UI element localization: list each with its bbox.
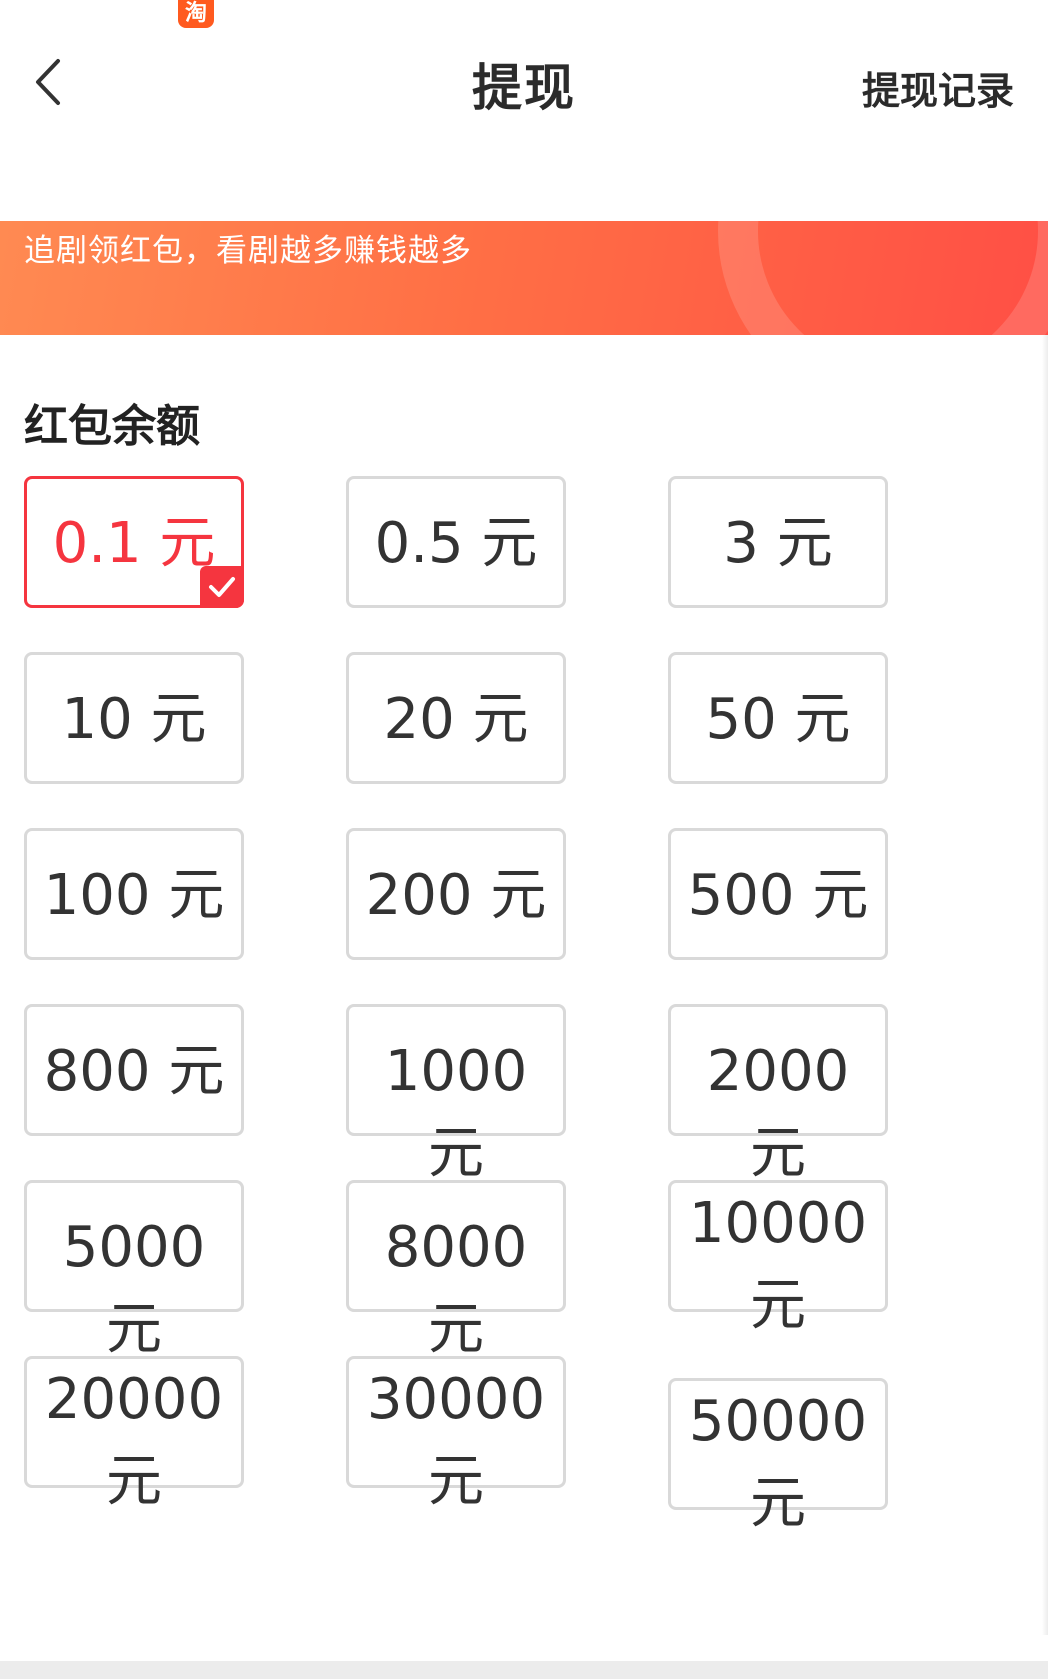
amount-option[interactable]: 50000 元 [668, 1378, 888, 1536]
amount-option[interactable]: 20000 元 [24, 1356, 244, 1514]
amount-label: 20 元 [383, 687, 529, 752]
amount-option[interactable]: 3 元 [668, 476, 888, 608]
amount-label: 8000 元 [384, 1215, 528, 1362]
amount-label: 500 元 [687, 863, 869, 928]
amount-option[interactable]: 5000 元 [24, 1180, 244, 1362]
amount-label: 800 元 [43, 1039, 225, 1104]
amount-label: 10000 元 [688, 1191, 868, 1338]
amount-label: 50000 元 [688, 1389, 868, 1536]
amount-option[interactable]: 0.1 元 [24, 476, 244, 608]
amount-label: 30000 元 [366, 1367, 546, 1514]
amount-label: 10 元 [61, 687, 207, 752]
amount-option[interactable]: 500 元 [668, 828, 888, 960]
amount-option[interactable]: 100 元 [24, 828, 244, 960]
amount-option[interactable]: 10 元 [24, 652, 244, 784]
amount-option[interactable]: 800 元 [24, 1004, 244, 1136]
amount-option[interactable]: 0.5 元 [346, 476, 566, 608]
amount-label: 1000 元 [384, 1039, 528, 1186]
amount-option[interactable]: 20 元 [346, 652, 566, 784]
amount-option[interactable]: 2000 元 [668, 1004, 888, 1186]
amount-option[interactable]: 10000 元 [668, 1180, 888, 1338]
amount-label: 5000 元 [62, 1215, 206, 1362]
amount-option[interactable]: 200 元 [346, 828, 566, 960]
amount-option[interactable]: 1000 元 [346, 1004, 566, 1186]
amount-label: 3 元 [723, 511, 833, 576]
amount-label: 200 元 [365, 863, 547, 928]
amount-option[interactable]: 8000 元 [346, 1180, 566, 1362]
amount-label: 50 元 [705, 687, 851, 752]
amount-grid: 0.1 元 0.5 元 3 元 10 元 20 元 50 元 100 元 200 元 500 元… [0, 0, 1048, 1679]
checkmark-icon [200, 566, 244, 608]
amount-label: 20000 元 [44, 1367, 224, 1514]
amount-option[interactable]: 50 元 [668, 652, 888, 784]
amount-label: 100 元 [43, 863, 225, 928]
amount-option[interactable]: 30000 元 [346, 1356, 566, 1514]
bottom-bar [0, 1661, 1048, 1679]
amount-label: 2000 元 [706, 1039, 850, 1186]
amount-label: 0.5 元 [374, 511, 538, 576]
